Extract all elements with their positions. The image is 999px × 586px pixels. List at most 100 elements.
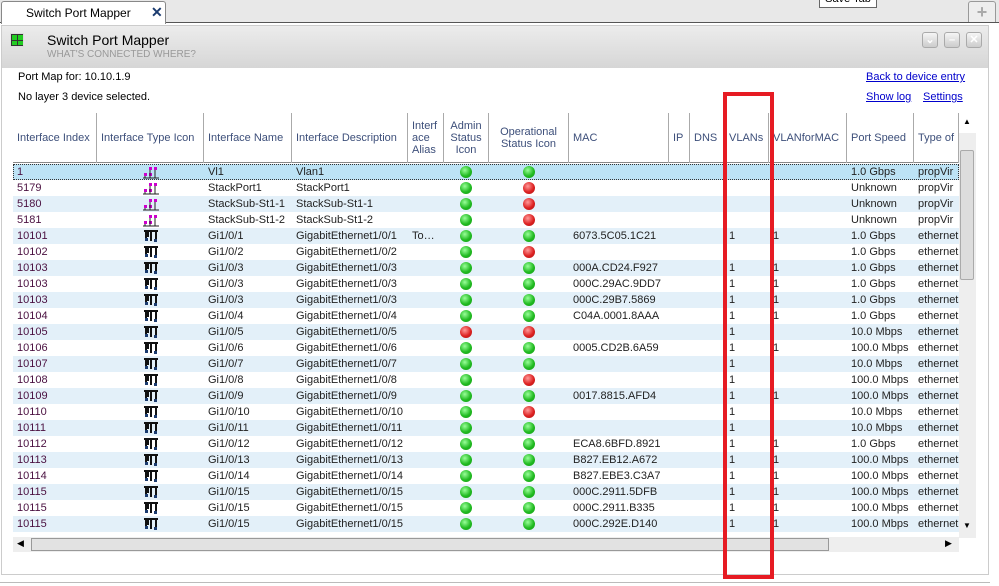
admin-status-green-dot-icon (460, 422, 472, 434)
interface-name-cell: Gi1/0/12 (208, 438, 250, 450)
table-row[interactable]: 10115 Gi1/0/15 GigabitEthernet1/0/15 000C.2… (13, 484, 959, 500)
interface-description-cell: GigabitEthernet1/0/12 (296, 438, 404, 450)
interface-description-cell: GigabitEthernet1/0/3 (296, 278, 397, 290)
back-to-device-entry-link[interactable]: Back to device entry (866, 71, 965, 83)
port-speed-cell: 100.0 Mbps (851, 470, 909, 482)
column-header-interface-name[interactable]: Interface Name (204, 113, 292, 163)
vertical-scrollbar[interactable]: ▲ ▼ (959, 117, 976, 538)
new-tab-plus-icon[interactable]: + (968, 1, 996, 22)
operational-status-green-dot-icon (523, 310, 535, 322)
operational-status-red-dot-icon (523, 374, 535, 386)
vertical-scroll-thumb[interactable] (960, 150, 974, 280)
vlan-for-mac-cell (769, 324, 847, 340)
vlan-for-mac-cell: 1 (773, 438, 780, 450)
scroll-up-arrow-icon[interactable]: ▲ (963, 117, 971, 126)
interface-alias-cell (408, 308, 444, 324)
interface-description-cell: GigabitEthernet1/0/9 (296, 390, 397, 402)
minimize-icon[interactable]: – (944, 32, 960, 48)
ethernet-interface-icon (143, 245, 159, 259)
table-row[interactable]: 10103 Gi1/0/3 GigabitEthernet1/0/3 000C.29A… (13, 276, 959, 292)
scroll-left-arrow-icon[interactable]: ◀ (17, 538, 24, 549)
table-row[interactable]: 10103 Gi1/0/3 GigabitEthernet1/0/3 000C.29B… (13, 292, 959, 308)
scroll-right-arrow-icon[interactable]: ▶ (945, 538, 952, 549)
admin-status-green-dot-icon (460, 166, 472, 178)
column-header-interf-ace-alias[interactable]: Interf ace Alias (408, 113, 444, 163)
operational-status-red-dot-icon (523, 326, 535, 338)
interface-name-cell: Gi1/0/11 (208, 422, 249, 434)
table-row[interactable]: 10108 Gi1/0/8 GigabitEthernet1/0/8 1 100.0 M… (13, 372, 959, 388)
mac-cell: B827.EBE3.C3A7 (573, 470, 661, 482)
column-header-port-speed[interactable]: Port Speed (847, 113, 914, 163)
operational-status-green-dot-icon (523, 390, 535, 402)
table-row[interactable]: 10111 Gi1/0/11 GigabitEthernet1/0/11 1 10.0 … (13, 420, 959, 436)
table-row[interactable]: 10115 Gi1/0/15 GigabitEthernet1/0/15 000C.2… (13, 516, 959, 532)
column-header-interface-index[interactable]: Interface Index (13, 113, 97, 163)
admin-status-green-dot-icon (460, 230, 472, 242)
type-of-cell: ethernet (918, 454, 959, 466)
tab-switch-port-mapper[interactable]: Switch Port Mapper ✕ (1, 1, 166, 24)
horizontal-scroll-thumb[interactable] (31, 538, 829, 551)
port-speed-cell: 10.0 Mbps (851, 358, 903, 370)
settings-link[interactable]: Settings (923, 91, 963, 103)
table-row[interactable]: 10104 Gi1/0/4 GigabitEthernet1/0/4 C04A.000… (13, 308, 959, 324)
column-header-interface-description[interactable]: Interface Description (292, 113, 408, 163)
port-map-label: Port Map for: 10.10.1.9 (18, 71, 131, 83)
type-of-cell: ethernet (918, 342, 959, 354)
table-row[interactable]: 10103 Gi1/0/3 GigabitEthernet1/0/3 000A.CD2… (13, 260, 959, 276)
interface-name-cell: StackSub-St1-2 (208, 214, 286, 226)
table-row[interactable]: 10105 Gi1/0/5 GigabitEthernet1/0/5 1 10.0 Mb… (13, 324, 959, 340)
table-row[interactable]: 10112 Gi1/0/12 GigabitEthernet1/0/12 ECA8.6… (13, 436, 959, 452)
scroll-down-arrow-icon[interactable]: ▼ (963, 521, 971, 530)
interface-name-cell: Gi1/0/13 (208, 454, 250, 466)
operational-status-green-dot-icon (523, 502, 535, 514)
admin-status-green-dot-icon (460, 358, 472, 370)
table-row[interactable]: 10106 Gi1/0/6 GigabitEthernet1/0/6 0005.CD2… (13, 340, 959, 356)
table-row[interactable]: 10110 Gi1/0/10 GigabitEthernet1/0/10 1 10.0 … (13, 404, 959, 420)
port-speed-cell: 1.0 Gbps (851, 246, 896, 258)
close-tab-icon[interactable]: ✕ (151, 4, 163, 21)
type-of-cell: ethernet (918, 358, 959, 370)
table-row[interactable]: 10109 Gi1/0/9 GigabitEthernet1/0/9 0017.881… (13, 388, 959, 404)
column-header-type-of[interactable]: Type of (914, 113, 959, 163)
table-row[interactable]: 10102 Gi1/0/2 GigabitEthernet1/0/2 1.0 Gbps… (13, 244, 959, 260)
column-header-dns[interactable]: DNS (690, 113, 725, 163)
collapse-chevron-icon[interactable]: ⌄ (922, 32, 938, 48)
operational-status-red-dot-icon (523, 246, 535, 258)
table-row[interactable]: 10113 Gi1/0/13 GigabitEthernet1/0/13 B827.E… (13, 452, 959, 468)
port-speed-cell: Unknown (851, 214, 897, 226)
table-row[interactable]: 10107 Gi1/0/7 GigabitEthernet1/0/7 1 10.0 Mb… (13, 356, 959, 372)
column-header-operational-status-icon[interactable]: Operational Status Icon (489, 113, 569, 163)
close-panel-icon[interactable]: ✕ (966, 32, 982, 48)
column-header-vlanformac[interactable]: VLANforMAC (769, 113, 847, 163)
interface-index-cell: 10115 (17, 486, 47, 498)
ethernet-interface-icon (143, 405, 159, 419)
table-row[interactable]: 5179 StackPort1 StackPort1 Unknown propVir (13, 180, 959, 196)
column-header-vlans[interactable]: VLANs (725, 113, 769, 163)
interface-alias-cell (408, 164, 444, 180)
vlan-for-mac-cell: 1 (773, 342, 780, 354)
table-row[interactable]: 10101 Gi1/0/1 GigabitEthernet1/0/1 To… 6073.… (13, 228, 959, 244)
panel-header: Switch Port Mapper WHAT'S CONNECTED WHER… (2, 26, 988, 68)
mac-cell: C04A.0001.8AAA (573, 310, 660, 322)
horizontal-scrollbar[interactable]: ◀ ▶ (13, 537, 959, 552)
table-row[interactable]: 5181 StackSub-St1-2 StackSub-St1-2 Unknown p… (13, 212, 959, 228)
interface-index-cell: 10105 (17, 326, 48, 338)
mac-cell: 000A.CD24.F927 (573, 262, 658, 274)
column-header-admin-status-icon[interactable]: Admin Status Icon (444, 113, 489, 163)
interface-name-cell: StackSub-St1-1 (208, 198, 286, 210)
column-header-interface-type-icon[interactable]: Interface Type Icon (97, 113, 204, 163)
interface-name-cell: Gi1/0/3 (208, 262, 244, 274)
type-of-cell: ethernet (918, 390, 959, 402)
column-header-mac[interactable]: MAC (569, 113, 669, 163)
table-row[interactable]: 5180 StackSub-St1-1 StackSub-St1-1 Unknown p… (13, 196, 959, 212)
type-of-cell: ethernet (918, 278, 959, 290)
column-header-ip[interactable]: IP (669, 113, 690, 163)
table-row[interactable]: 10114 Gi1/0/14 GigabitEthernet1/0/14 B827.E… (13, 468, 959, 484)
table-row[interactable]: 1 Vl1 Vlan1 1.0 Gbps propVir (13, 164, 959, 180)
type-of-cell: ethernet (918, 374, 959, 386)
vlan-for-mac-cell: 1 (773, 262, 780, 274)
table-row[interactable]: 10115 Gi1/0/15 GigabitEthernet1/0/15 000C.2… (13, 500, 959, 516)
interface-description-cell: StackSub-St1-1 (296, 198, 374, 210)
show-log-link[interactable]: Show log (866, 91, 911, 103)
port-speed-cell: 100.0 Mbps (851, 342, 909, 354)
